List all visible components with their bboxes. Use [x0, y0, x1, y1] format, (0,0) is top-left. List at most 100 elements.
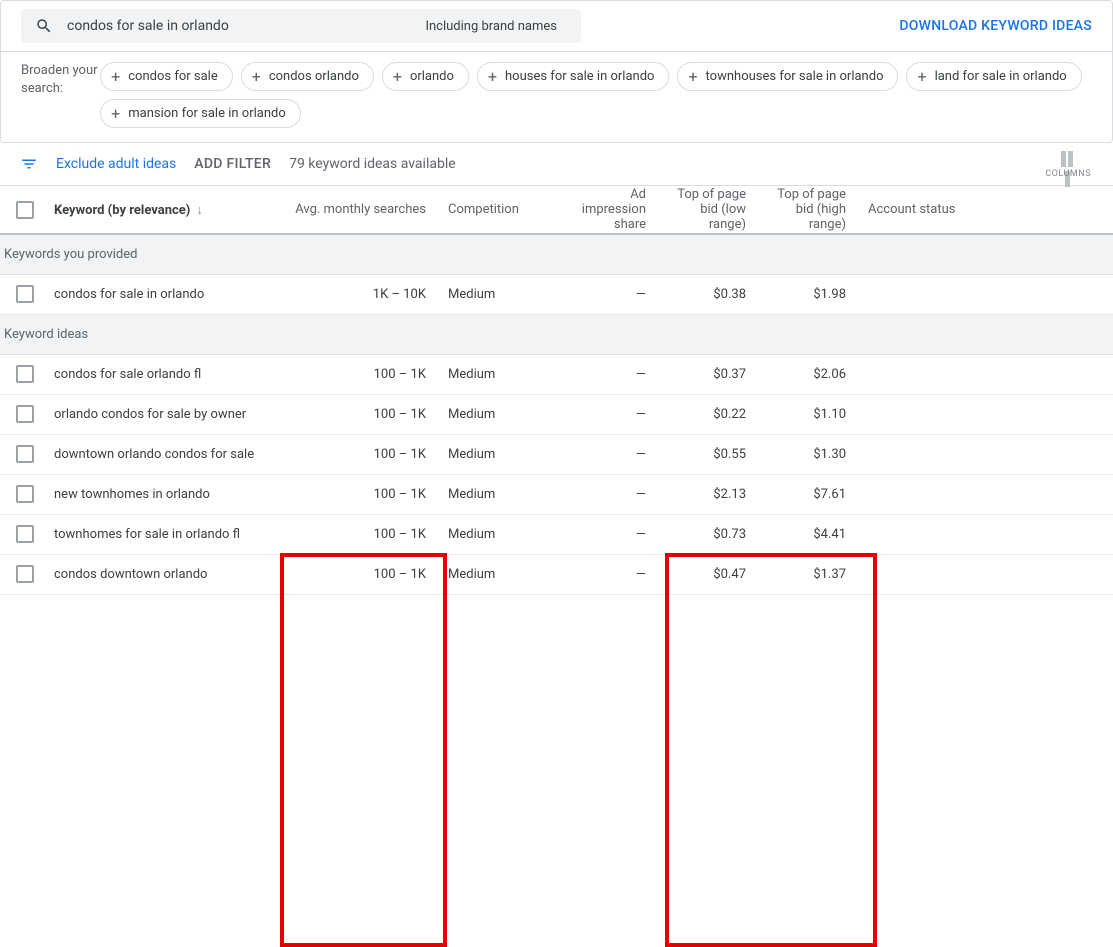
cell-account-status: [860, 514, 1113, 554]
cell-competition: Medium: [440, 554, 560, 594]
cell-bid-low: $0.38: [660, 274, 760, 314]
row-checkbox-cell[interactable]: [0, 514, 50, 554]
plus-icon: +: [111, 67, 120, 86]
checkbox-icon: [16, 365, 34, 383]
checkbox-icon: [16, 485, 34, 503]
broaden-label: Broaden your search:: [21, 62, 100, 98]
select-all-cell[interactable]: [0, 186, 50, 234]
chip-label: mansion for sale in orlando: [128, 106, 286, 121]
cell-keyword: condos for sale orlando fl: [50, 354, 280, 394]
cell-competition: Medium: [440, 274, 560, 314]
highlight-box-bids: [665, 553, 877, 947]
cell-account-status: [860, 434, 1113, 474]
checkbox-icon: [16, 445, 34, 463]
cell-impression: —: [560, 354, 660, 394]
plus-icon: +: [917, 67, 926, 86]
column-bid-low[interactable]: Top of page bid (low range): [660, 186, 760, 234]
row-checkbox-cell[interactable]: [0, 354, 50, 394]
chip-label: condos for sale: [128, 69, 217, 84]
cell-competition: Medium: [440, 354, 560, 394]
table-row: townhomes for sale in orlando fl100 – 1K…: [0, 514, 1113, 554]
section-row: Keywords you provided: [0, 234, 1113, 274]
cell-account-status: [860, 554, 1113, 594]
cell-bid-high: $1.10: [760, 394, 860, 434]
column-bid-high[interactable]: Top of page bid (high range): [760, 186, 860, 234]
cell-competition: Medium: [440, 434, 560, 474]
table-row: condos downtown orlando100 – 1KMedium—$0…: [0, 554, 1113, 594]
cell-keyword: orlando condos for sale by owner: [50, 394, 280, 434]
table-header-row: Keyword (by relevance)↓ Avg. monthly sea…: [0, 186, 1113, 234]
top-section: condos for sale in orlando Including bra…: [0, 0, 1113, 143]
cell-account-status: [860, 474, 1113, 514]
section-label: Keyword ideas: [0, 314, 1113, 354]
cell-impression: —: [560, 474, 660, 514]
cell-keyword: new townhomes in orlando: [50, 474, 280, 514]
row-checkbox-cell[interactable]: [0, 394, 50, 434]
checkbox-icon: [16, 405, 34, 423]
columns-button[interactable]: COLUMNS: [1045, 151, 1091, 179]
cell-bid-high: $2.06: [760, 354, 860, 394]
add-filter-button[interactable]: ADD FILTER: [194, 156, 271, 172]
column-competition[interactable]: Competition: [440, 186, 560, 234]
chip-orlando[interactable]: +orlando: [382, 62, 469, 91]
cell-searches: 100 – 1K: [280, 474, 440, 514]
table-row: condos for sale orlando fl100 – 1KMedium…: [0, 354, 1113, 394]
table-body: Keywords you providedcondos for sale in …: [0, 234, 1113, 594]
chip-condos-orlando[interactable]: +condos orlando: [241, 62, 374, 91]
search-row: condos for sale in orlando Including bra…: [1, 1, 1112, 51]
filter-bar: Exclude adult ideas ADD FILTER 79 keywor…: [0, 143, 1113, 186]
search-box[interactable]: condos for sale in orlando Including bra…: [21, 9, 581, 43]
cell-bid-high: $1.37: [760, 554, 860, 594]
cell-bid-high: $1.98: [760, 274, 860, 314]
cell-bid-low: $0.55: [660, 434, 760, 474]
plus-icon: +: [688, 67, 697, 86]
download-keyword-ideas-link[interactable]: DOWNLOAD KEYWORD IDEAS: [899, 18, 1092, 34]
keyword-count-text: 79 keyword ideas available: [289, 156, 456, 172]
cell-bid-high: $4.41: [760, 514, 860, 554]
cell-competition: Medium: [440, 394, 560, 434]
column-keyword[interactable]: Keyword (by relevance)↓: [50, 186, 280, 234]
chip-mansion-for-sale-in-orlando[interactable]: + mansion for sale in orlando: [100, 99, 301, 128]
section-row: Keyword ideas: [0, 314, 1113, 354]
chip-houses-for-sale-in-orlando[interactable]: + houses for sale in orlando: [477, 62, 670, 91]
sort-arrow-down-icon: ↓: [196, 203, 203, 218]
cell-searches: 1K – 10K: [280, 274, 440, 314]
chip-townhouses-for-sale-in-orlando[interactable]: +townhouses for sale in orlando: [677, 62, 898, 91]
filter-icon[interactable]: [20, 155, 38, 173]
row-checkbox-cell[interactable]: [0, 434, 50, 474]
table-row: downtown orlando condos for sale100 – 1K…: [0, 434, 1113, 474]
plus-icon: +: [252, 67, 261, 86]
table-row: condos for sale in orlando1K – 10KMedium…: [0, 274, 1113, 314]
cell-competition: Medium: [440, 514, 560, 554]
row-checkbox-cell[interactable]: [0, 274, 50, 314]
cell-account-status: [860, 354, 1113, 394]
cell-bid-low: $0.22: [660, 394, 760, 434]
plus-icon: +: [393, 67, 402, 86]
column-account-status[interactable]: Account status: [860, 186, 1113, 234]
cell-impression: —: [560, 434, 660, 474]
plus-icon: +: [488, 67, 497, 86]
cell-bid-low: $2.13: [660, 474, 760, 514]
plus-icon: +: [111, 104, 120, 123]
cell-bid-high: $7.61: [760, 474, 860, 514]
search-query-text: condos for sale in orlando: [67, 18, 425, 34]
highlight-box-searches: [280, 553, 447, 947]
checkbox-icon: [16, 565, 34, 583]
cell-searches: 100 – 1K: [280, 554, 440, 594]
column-ad-impression[interactable]: Ad impression share: [560, 186, 660, 234]
row-checkbox-cell[interactable]: [0, 474, 50, 514]
cell-searches: 100 – 1K: [280, 354, 440, 394]
cell-impression: —: [560, 394, 660, 434]
exclude-adult-ideas-link[interactable]: Exclude adult ideas: [56, 156, 176, 172]
chip-label: houses for sale in orlando: [505, 69, 654, 84]
cell-impression: —: [560, 514, 660, 554]
checkbox-icon: [16, 285, 34, 303]
chip-land-for-sale-in-orlando[interactable]: +land for sale in orlando: [906, 62, 1081, 91]
search-icon: [35, 17, 53, 35]
cell-account-status: [860, 394, 1113, 434]
column-avg-searches[interactable]: Avg. monthly searches: [280, 186, 440, 234]
chip-condos-for-sale[interactable]: + condos for sale: [100, 62, 233, 91]
cell-searches: 100 – 1K: [280, 514, 440, 554]
cell-keyword: downtown orlando condos for sale: [50, 434, 280, 474]
row-checkbox-cell[interactable]: [0, 554, 50, 594]
